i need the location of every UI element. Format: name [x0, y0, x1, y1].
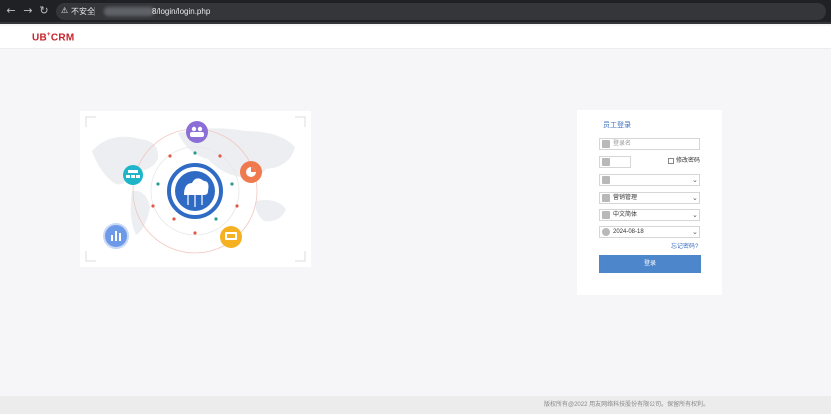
hero-illustration [80, 111, 311, 267]
forgot-password-link[interactable]: 忘记密码? [671, 243, 698, 251]
chevron-down-icon[interactable]: ⌄ [692, 210, 698, 220]
url-text[interactable]: 8/login/login.php [152, 6, 210, 17]
forward-icon[interactable]: → [21, 4, 35, 18]
language-value: 中文简体 [613, 212, 638, 218]
module-icon [602, 194, 610, 202]
language-icon [602, 211, 610, 219]
copyright-text: 版权所有@2022 用友网络科技股份有限公司。保留所有权利。 [544, 402, 710, 408]
warning-icon[interactable]: ⚠ [61, 6, 70, 15]
login-panel: 员工登录 登录名 修改密码 ⌄ 营销管理 ⌄ 中文简体 ⌄ 2024-08-18… [577, 110, 722, 295]
module-value: 营销管理 [613, 195, 638, 201]
module-select[interactable]: 营销管理 [599, 192, 700, 204]
browser-toolbar: ← → ↻ ⚠ 不安全 8/login/login.php [0, 0, 831, 24]
lock-icon [602, 158, 610, 166]
username-placeholder: 登录名 [613, 141, 632, 147]
reload-icon[interactable]: ↻ [37, 4, 51, 18]
redacted-host [104, 7, 154, 16]
chevron-down-icon[interactable]: ⌄ [692, 175, 698, 185]
logo: UB+CRM [32, 32, 75, 43]
clock-icon [602, 228, 610, 236]
company-icon [602, 176, 610, 184]
login-button[interactable]: 登录 [599, 255, 701, 273]
login-title: 员工登录 [603, 122, 631, 129]
date-select[interactable]: 2024-08-18 [599, 226, 700, 238]
chevron-down-icon[interactable]: ⌄ [692, 227, 698, 237]
address-divider [94, 7, 95, 16]
chevron-down-icon[interactable]: ⌄ [692, 193, 698, 203]
change-password-checkbox[interactable] [668, 158, 674, 164]
security-warning[interactable]: 不安全 [71, 6, 95, 17]
logo-tail: CRM [50, 32, 75, 44]
username-field[interactable]: 登录名 [599, 138, 700, 150]
date-value: 2024-08-18 [613, 229, 644, 235]
change-password-label[interactable]: 修改密码 [676, 157, 700, 165]
footer: 版权所有@2022 用友网络科技股份有限公司。保留所有权利。 [0, 396, 831, 414]
password-field[interactable] [599, 156, 631, 168]
back-icon[interactable]: ← [4, 4, 18, 18]
language-select[interactable]: 中文简体 [599, 209, 700, 221]
user-icon [602, 140, 610, 148]
address-bar[interactable]: ⚠ 不安全 8/login/login.php [56, 3, 826, 20]
company-select[interactable] [599, 174, 700, 186]
site-header: UB+CRM [0, 26, 831, 49]
logo-main: UB [32, 32, 48, 44]
